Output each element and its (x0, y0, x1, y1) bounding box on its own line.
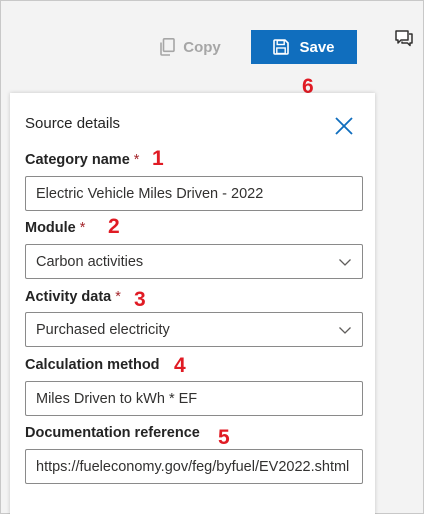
calculation-method-label-text: Calculation method (25, 357, 160, 373)
calculation-method-input[interactable]: Miles Driven to kWh * EF (25, 381, 363, 416)
app-frame: Copy Save 6 Source details Category name… (0, 0, 424, 514)
module-dropdown[interactable]: Carbon activities (25, 244, 363, 279)
callout-2: 2 (108, 215, 120, 238)
documentation-reference-input[interactable]: https://fueleconomy.gov/feg/byfuel/EV202… (25, 449, 363, 484)
activity-data-value: Purchased electricity (36, 321, 170, 338)
chevron-down-icon (339, 326, 351, 334)
close-icon[interactable] (333, 115, 355, 137)
module-label: Module * (25, 220, 85, 236)
documentation-reference-label: Documentation reference (25, 425, 200, 441)
module-value: Carbon activities (36, 253, 144, 270)
category-name-label: Category name * (25, 152, 139, 168)
activity-data-dropdown[interactable]: Purchased electricity (25, 312, 363, 347)
activity-data-label-text: Activity data (25, 289, 112, 305)
source-details-panel: Source details Category name * 1 Electric… (10, 93, 375, 514)
copy-button-label: Copy (183, 38, 221, 56)
callout-4: 4 (174, 354, 186, 377)
module-label-text: Module (25, 220, 76, 236)
required-marker: * (133, 152, 140, 168)
save-button-label: Save (299, 38, 335, 56)
callout-3: 3 (134, 288, 146, 311)
required-marker: * (79, 220, 86, 236)
category-name-input[interactable]: Electric Vehicle Miles Driven - 2022 (25, 176, 363, 211)
documentation-reference-label-text: Documentation reference (25, 425, 200, 441)
callout-5: 5 (218, 426, 230, 449)
copy-button[interactable]: Copy (137, 30, 243, 64)
panel-title: Source details (25, 115, 121, 132)
callout-1: 1 (152, 147, 164, 170)
chevron-down-icon (339, 258, 351, 266)
activity-data-label: Activity data * (25, 289, 121, 305)
required-marker: * (115, 289, 121, 305)
copy-icon (160, 38, 176, 56)
calculation-method-value: Miles Driven to kWh * EF (36, 390, 198, 407)
save-button[interactable]: Save (251, 30, 357, 64)
documentation-reference-value: https://fueleconomy.gov/feg/byfuel/EV202… (36, 458, 350, 475)
chat-feedback-icon[interactable] (394, 28, 414, 48)
save-floppy-icon (273, 39, 290, 55)
calculation-method-label: Calculation method (25, 357, 160, 373)
category-name-value: Electric Vehicle Miles Driven - 2022 (36, 185, 264, 202)
category-name-label-text: Category name (25, 152, 130, 168)
